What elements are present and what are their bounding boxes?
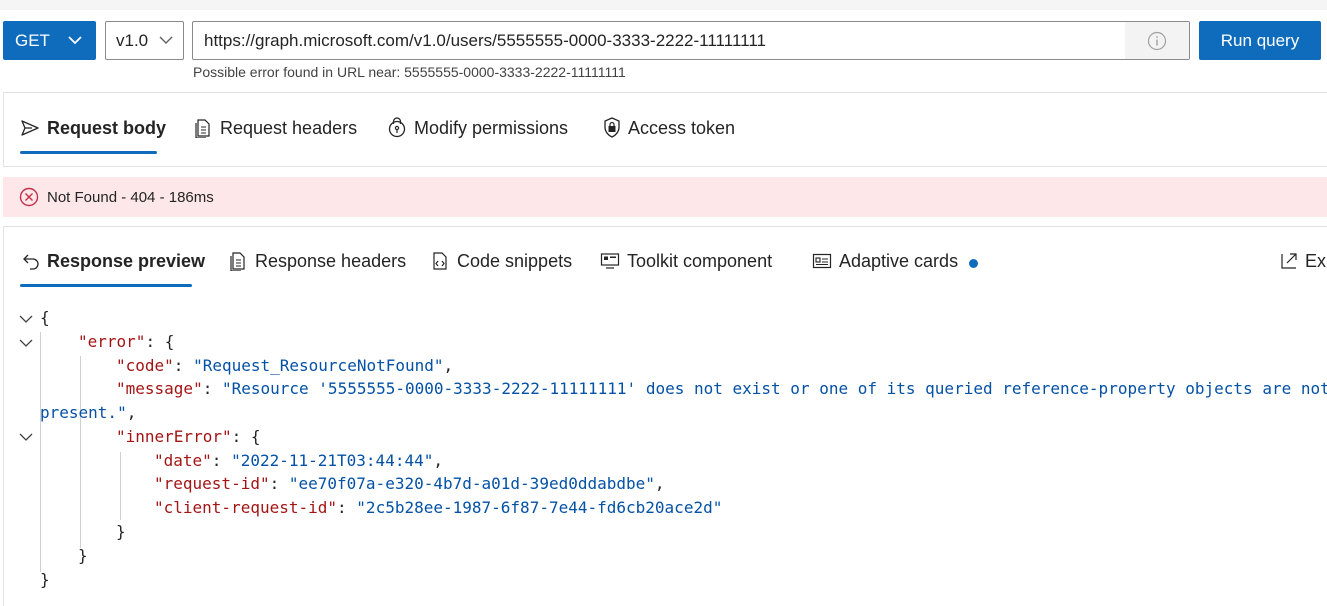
- http-method-dropdown[interactable]: GET: [3, 21, 96, 60]
- document-icon: [195, 119, 210, 138]
- json-key: "client-request-id": [154, 498, 338, 517]
- url-input-box[interactable]: [192, 21, 1190, 60]
- fold-chevron-icon[interactable]: [18, 314, 34, 324]
- tab-label: Access token: [628, 117, 736, 138]
- json-value: "Request_ResourceNotFound": [193, 356, 444, 375]
- tab-expand[interactable]: Exp: [1280, 249, 1327, 273]
- chevron-down-icon: [159, 36, 173, 44]
- tab-code-snippets[interactable]: Code snippets: [430, 249, 572, 273]
- back-arrow-icon: [23, 254, 39, 270]
- url-hint-text: Possible error found in URL near: 555555…: [193, 64, 626, 80]
- response-panel: [3, 226, 1327, 606]
- http-method-label: GET: [15, 31, 50, 50]
- run-query-button[interactable]: Run query: [1199, 21, 1321, 60]
- tab-label: Code snippets: [457, 250, 573, 271]
- json-close-brace: }: [40, 570, 50, 589]
- json-key: "error": [78, 332, 146, 351]
- tab-label: Request body: [47, 117, 167, 138]
- json-key: "request-id": [154, 474, 270, 493]
- top-strip: [0, 0, 1327, 10]
- json-value: "2022-11-21T03:44:44": [231, 451, 434, 470]
- json-line-date: "date": "2022-11-21T03:44:44",: [154, 451, 443, 470]
- send-icon: [21, 120, 39, 136]
- lock-key-icon: [388, 117, 406, 138]
- tab-response-headers[interactable]: Response headers: [228, 249, 406, 273]
- json-key: "date": [154, 451, 212, 470]
- tab-label: Modify permissions: [414, 117, 569, 138]
- json-key: "code": [116, 356, 174, 375]
- json-value: "ee70f07a-e320-4b7d-a01d-39ed0ddabdbe": [288, 474, 655, 493]
- json-key: "message": [116, 379, 203, 398]
- status-banner: Not Found - 404 - 186ms: [3, 177, 1327, 217]
- code-doc-icon: [433, 252, 447, 270]
- card-icon: [812, 253, 832, 269]
- component-icon: [600, 253, 620, 269]
- json-value: present.": [40, 403, 127, 422]
- json-line-client-request-id: "client-request-id": "2c5b28ee-1987-6f87…: [154, 498, 723, 517]
- tab-label: Adaptive cards: [839, 250, 959, 271]
- json-line-request-id: "request-id": "ee70f07a-e320-4b7d-a01d-3…: [154, 474, 665, 493]
- error-circle-icon: [19, 187, 39, 207]
- url-input[interactable]: [193, 22, 1134, 59]
- json-open-brace: {: [40, 308, 50, 327]
- tab-adaptive-cards[interactable]: Adaptive cards: [812, 249, 979, 273]
- json-line-code: "code": "Request_ResourceNotFound",: [116, 356, 454, 375]
- json-key: "innerError": [116, 427, 232, 446]
- json-close-brace: }: [116, 522, 126, 541]
- shield-lock-icon: [604, 117, 620, 138]
- version-label: v1.0: [116, 31, 149, 50]
- new-indicator-dot: [969, 258, 979, 268]
- tab-access-token[interactable]: Access token: [603, 116, 735, 140]
- tab-response-preview[interactable]: Response preview: [22, 249, 205, 273]
- tab-label: Exp: [1305, 250, 1327, 271]
- chevron-down-icon: [68, 36, 82, 45]
- json-value: "2c5b28ee-1987-6f87-7e44-fd6cb20ace2d": [356, 498, 723, 517]
- fold-chevron-icon[interactable]: [18, 432, 34, 442]
- tab-modify-permissions[interactable]: Modify permissions: [387, 116, 568, 140]
- status-text: Not Found - 404 - 186ms: [47, 189, 214, 206]
- url-info-button[interactable]: [1125, 22, 1189, 59]
- tab-label: Toolkit component: [627, 250, 773, 271]
- active-tab-indicator: [20, 284, 192, 287]
- expand-icon: [1281, 253, 1297, 269]
- run-query-label: Run query: [1220, 30, 1300, 50]
- tab-label: Response preview: [47, 250, 206, 271]
- version-dropdown[interactable]: v1.0: [105, 21, 184, 60]
- info-icon: [1147, 31, 1167, 50]
- json-line-error: "error": {: [78, 332, 175, 351]
- tab-request-headers[interactable]: Request headers: [193, 116, 357, 140]
- tab-request-body[interactable]: Request body: [20, 116, 166, 140]
- document-icon: [230, 252, 245, 271]
- tab-label: Response headers: [255, 250, 407, 271]
- json-close-brace: }: [78, 546, 88, 565]
- json-line-innererror: "innerError": {: [116, 427, 261, 446]
- json-line-message: "message": "Resource '5555555-0000-3333-…: [116, 379, 1327, 399]
- tab-label: Request headers: [220, 117, 358, 138]
- tab-toolkit-component[interactable]: Toolkit component: [600, 249, 772, 273]
- json-value: "Resource '5555555-0000-3333-2222-111111…: [221, 379, 1327, 398]
- json-line-message-wrap: present.",: [40, 403, 137, 422]
- active-tab-indicator: [20, 151, 157, 154]
- fold-chevron-icon[interactable]: [18, 338, 34, 348]
